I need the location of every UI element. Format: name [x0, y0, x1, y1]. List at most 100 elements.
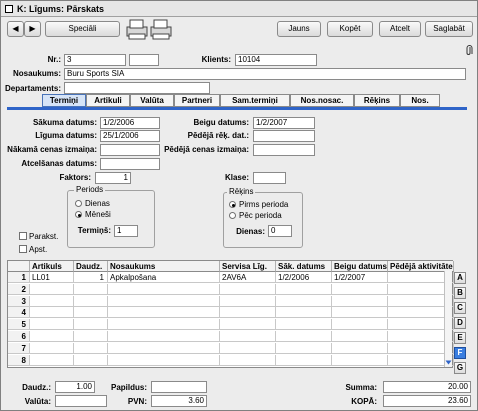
next-price-change-field[interactable] — [100, 144, 160, 156]
cell-end-date[interactable] — [332, 354, 388, 366]
nr-field[interactable]: 3 — [64, 54, 126, 66]
side-button-b[interactable]: B — [454, 287, 466, 299]
days-field[interactable]: 0 — [268, 225, 292, 237]
cell-qty[interactable] — [74, 331, 108, 342]
cell-name[interactable] — [108, 319, 220, 331]
side-button-f[interactable]: F — [454, 347, 466, 359]
cell-name[interactable] — [108, 342, 220, 354]
new-button[interactable]: Jauns — [277, 21, 321, 37]
currency-field[interactable] — [55, 395, 107, 407]
cell-name[interactable] — [108, 295, 220, 307]
vat-field[interactable]: 3.60 — [151, 395, 207, 407]
cell-name[interactable]: Apkalpošana — [108, 272, 220, 283]
tab-partners[interactable]: Partneri — [174, 94, 220, 107]
cell-article[interactable] — [30, 307, 74, 319]
cell-name[interactable] — [108, 331, 220, 342]
cell-service-contract[interactable] — [220, 307, 276, 319]
client-field[interactable]: 10104 — [235, 54, 317, 66]
cell-article[interactable] — [30, 342, 74, 354]
last-invoice-date-field[interactable] — [253, 130, 315, 142]
cell-article[interactable]: LL01 — [30, 272, 74, 283]
qty-field[interactable]: 1.00 — [55, 381, 95, 393]
cell-article[interactable] — [30, 354, 74, 366]
cancel-button[interactable]: Atcelt — [379, 21, 421, 37]
contract-date-field[interactable]: 25/1/2006 — [100, 130, 160, 142]
cell-start-date[interactable] — [276, 342, 332, 354]
print-icon[interactable] — [123, 17, 175, 41]
tab-invoice[interactable]: Rēķins — [354, 94, 400, 107]
prev-record-button[interactable]: ◀ — [7, 21, 24, 37]
approved-checkbox[interactable] — [19, 245, 27, 253]
extra-field[interactable] — [151, 381, 207, 393]
start-date-field[interactable]: 1/2/2006 — [100, 117, 160, 129]
cell-start-date[interactable] — [276, 354, 332, 366]
cell-start-date[interactable] — [276, 307, 332, 319]
signed-checkbox[interactable] — [19, 232, 27, 240]
tab-terms[interactable]: Termiņi — [42, 94, 86, 107]
cell-service-contract[interactable] — [220, 283, 276, 295]
tab-articles[interactable]: Artikuli — [86, 94, 130, 107]
save-button[interactable]: Saglabāt — [425, 21, 473, 37]
sum-field[interactable]: 20.00 — [383, 381, 471, 393]
side-button-e[interactable]: E — [454, 332, 466, 344]
cell-start-date[interactable] — [276, 331, 332, 342]
cell-article[interactable] — [30, 319, 74, 331]
scroll-down-icon[interactable] — [445, 359, 452, 366]
cell-end-date[interactable] — [332, 283, 388, 295]
side-button-g[interactable]: G — [454, 362, 466, 374]
tab-rent[interactable]: Nos. — [400, 94, 440, 107]
cell-qty[interactable] — [74, 354, 108, 366]
nr-suffix-field[interactable] — [129, 54, 159, 66]
tab-summary-terms[interactable]: Sam.termiņi — [220, 94, 290, 107]
special-button[interactable]: Speciāli — [45, 21, 120, 37]
cell-article[interactable] — [30, 283, 74, 295]
cell-start-date[interactable] — [276, 319, 332, 331]
side-button-d[interactable]: D — [454, 317, 466, 329]
cell-end-date[interactable] — [332, 342, 388, 354]
attachment-icon[interactable] — [465, 45, 473, 57]
cell-qty[interactable] — [74, 295, 108, 307]
cell-end-date[interactable]: 1/2/2007 — [332, 272, 388, 283]
cell-qty[interactable] — [74, 319, 108, 331]
window-close-box[interactable] — [5, 5, 13, 13]
cell-qty[interactable] — [74, 342, 108, 354]
cell-qty[interactable] — [74, 283, 108, 295]
cell-service-contract[interactable]: 2AV6A — [220, 272, 276, 283]
cell-name[interactable] — [108, 307, 220, 319]
invoice-after-radio[interactable] — [229, 212, 236, 219]
period-days-radio[interactable] — [75, 200, 82, 207]
cell-qty[interactable] — [74, 307, 108, 319]
last-price-change-field[interactable] — [253, 144, 315, 156]
end-date-field[interactable]: 1/2/2007 — [253, 117, 315, 129]
cell-service-contract[interactable] — [220, 331, 276, 342]
grid-scrollbar[interactable] — [444, 271, 452, 367]
cell-service-contract[interactable] — [220, 319, 276, 331]
tab-rent-conditions[interactable]: Nos.nosac. — [290, 94, 354, 107]
cell-service-contract[interactable] — [220, 342, 276, 354]
period-months-radio[interactable] — [75, 211, 82, 218]
cell-article[interactable] — [30, 295, 74, 307]
side-button-c[interactable]: C — [454, 302, 466, 314]
tab-currency[interactable]: Valūta — [130, 94, 174, 107]
cell-end-date[interactable] — [332, 295, 388, 307]
cell-start-date[interactable]: 1/2/2006 — [276, 272, 332, 283]
invoice-before-radio[interactable] — [229, 201, 236, 208]
cell-name[interactable] — [108, 283, 220, 295]
class-field[interactable] — [253, 172, 286, 184]
side-button-a[interactable]: A — [454, 272, 466, 284]
cell-start-date[interactable] — [276, 283, 332, 295]
cell-end-date[interactable] — [332, 331, 388, 342]
cell-name[interactable] — [108, 354, 220, 366]
cell-article[interactable] — [30, 331, 74, 342]
cell-end-date[interactable] — [332, 307, 388, 319]
term-field[interactable]: 1 — [114, 225, 138, 237]
factor-field[interactable]: 1 — [95, 172, 131, 184]
cell-end-date[interactable] — [332, 319, 388, 331]
total-field[interactable]: 23.60 — [383, 395, 471, 407]
next-record-button[interactable]: ▶ — [24, 21, 41, 37]
cell-start-date[interactable] — [276, 295, 332, 307]
name-field[interactable]: Buru Sports SIA — [64, 68, 466, 80]
cell-service-contract[interactable] — [220, 354, 276, 366]
cancellation-date-field[interactable] — [100, 158, 160, 170]
cell-service-contract[interactable] — [220, 295, 276, 307]
